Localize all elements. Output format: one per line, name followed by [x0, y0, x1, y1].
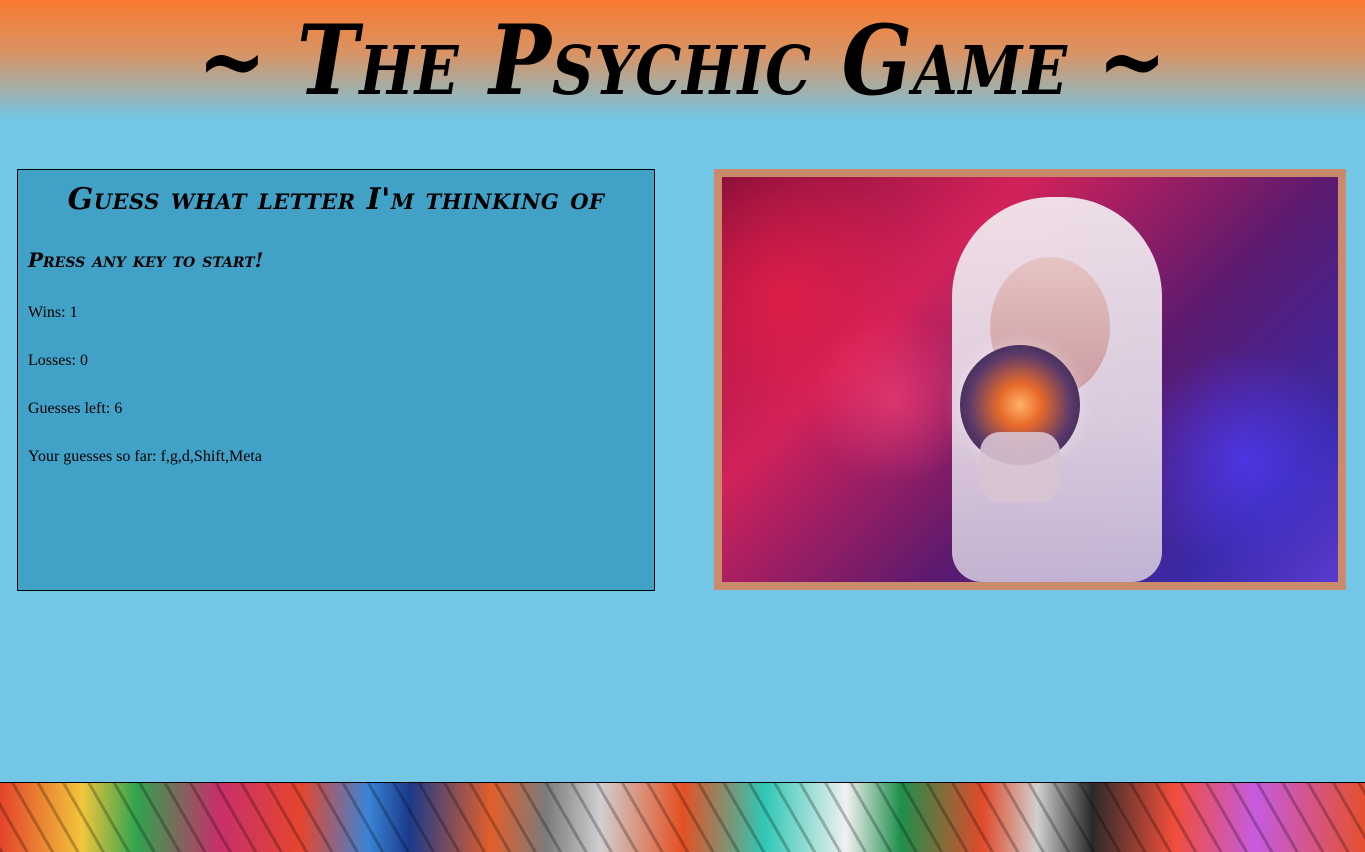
footer-art-banner — [0, 782, 1365, 852]
page-header: ~ The Psychic Game ~ — [0, 0, 1365, 120]
losses-counter: Losses: 0 — [28, 352, 88, 369]
game-panel: Guess what letter I'm thinking of Press … — [17, 169, 655, 591]
psychic-hand — [980, 432, 1060, 502]
guesses-left-counter: Guesses left: 6 — [28, 400, 123, 417]
game-heading: Guess what letter I'm thinking of — [67, 182, 605, 217]
guesses-so-far: Your guesses so far: f,g,d,Shift,Meta — [28, 448, 262, 465]
psychic-image-frame — [714, 169, 1346, 590]
page-title: ~ The Psychic Game ~ — [197, 4, 1168, 117]
wins-counter: Wins: 1 — [28, 304, 78, 321]
psychic-image — [722, 177, 1338, 582]
start-prompt: Press any key to start! — [28, 248, 264, 272]
